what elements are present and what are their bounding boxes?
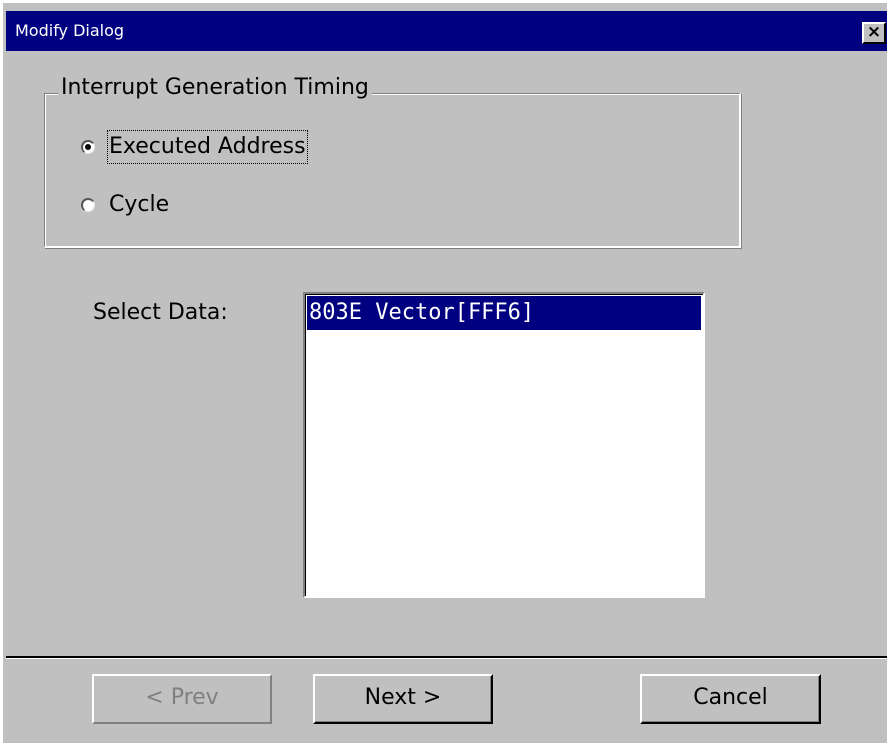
modify-dialog: Modify Dialog × Interrupt Generation Tim… <box>0 0 887 743</box>
radio-executed-address-label[interactable]: Executed Address <box>107 130 308 164</box>
title-bar[interactable]: Modify Dialog × <box>6 11 887 51</box>
group-title: Interrupt Generation Timing <box>58 73 372 103</box>
radio-cycle-label[interactable]: Cycle <box>109 190 169 220</box>
close-button[interactable]: × <box>862 22 886 44</box>
next-button[interactable]: Next > <box>313 674 493 724</box>
select-data-label: Select Data: <box>93 300 228 325</box>
close-icon: × <box>866 22 882 42</box>
cancel-button[interactable]: Cancel <box>640 674 821 724</box>
list-item[interactable]: 803E Vector[FFF6] <box>307 296 701 330</box>
window-title: Modify Dialog <box>15 21 125 40</box>
interrupt-timing-group <box>44 93 741 248</box>
select-data-listbox[interactable]: 803E Vector[FFF6] <box>303 292 705 598</box>
radio-button-checked-icon[interactable] <box>81 140 95 154</box>
radio-button-unchecked-icon[interactable] <box>81 198 95 212</box>
separator <box>6 656 887 659</box>
radio-executed-address[interactable]: Executed Address <box>81 130 308 164</box>
radio-cycle[interactable]: Cycle <box>81 188 169 222</box>
prev-button[interactable]: < Prev <box>92 674 272 724</box>
